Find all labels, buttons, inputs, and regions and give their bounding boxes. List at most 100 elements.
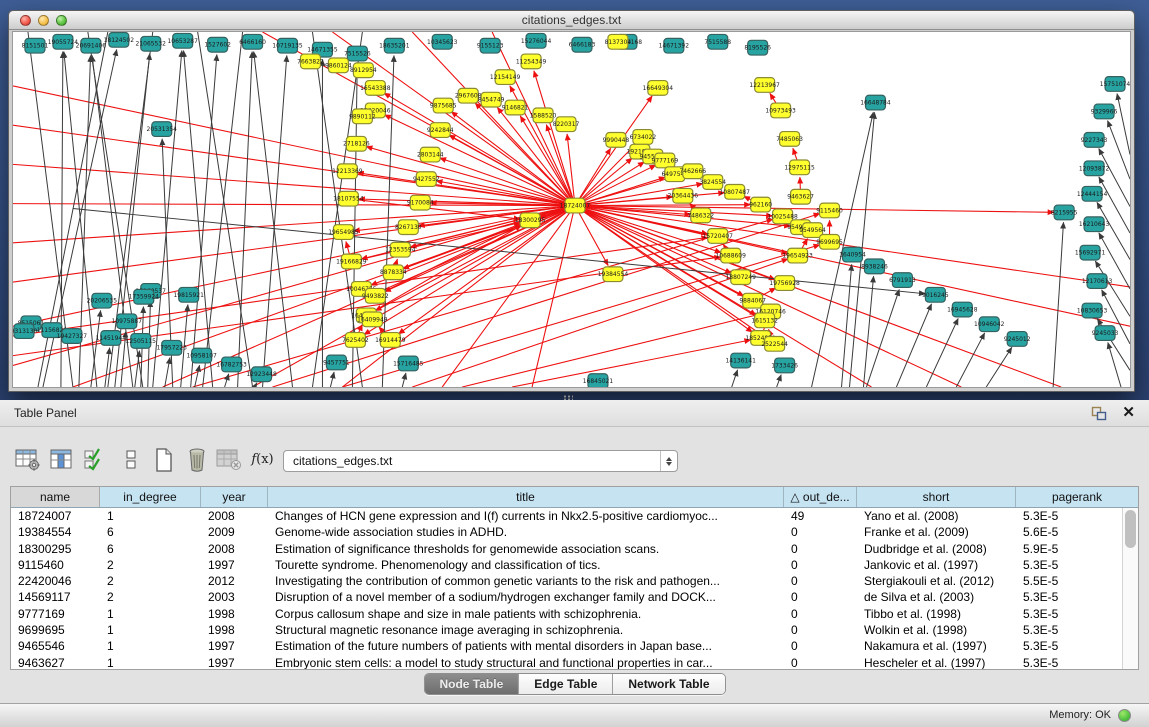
graph-node-label: 18124502 xyxy=(104,37,135,44)
select-rows-icon[interactable] xyxy=(80,446,107,473)
column-header[interactable]: year xyxy=(201,487,268,507)
vertical-scrollbar[interactable] xyxy=(1122,508,1138,669)
graph-edge[interactable] xyxy=(254,52,293,387)
column-header[interactable]: pagerank xyxy=(1016,487,1138,507)
graph-edge[interactable] xyxy=(512,340,751,387)
graph-node-label: 7625402 xyxy=(342,337,369,344)
graph-node-label: 9457751 xyxy=(323,359,350,366)
import-table-icon xyxy=(215,446,242,473)
zoom-window-icon[interactable] xyxy=(56,15,67,26)
graph-node-label: 9427552 xyxy=(413,176,440,183)
table-panel-header: Table Panel ✕ xyxy=(0,400,1149,427)
table-row[interactable]: 1872400712008Changes of HCN gene express… xyxy=(11,508,1122,524)
table-row[interactable]: 911546021997Tourette syndrome. Phenomeno… xyxy=(11,557,1122,573)
graph-edge[interactable] xyxy=(777,375,782,387)
graph-edge[interactable] xyxy=(575,206,1130,287)
graph-edge[interactable] xyxy=(732,370,738,387)
network-window[interactable]: citations_edges.txt 18724007815150119055… xyxy=(8,10,1135,392)
citation-graph[interactable]: 1872400781515011905572420691406181245022… xyxy=(13,32,1130,387)
close-window-icon[interactable] xyxy=(20,15,31,26)
graph-edge[interactable] xyxy=(926,318,958,387)
graph-edge[interactable] xyxy=(1053,222,1063,387)
tab-network-table[interactable]: Network Table xyxy=(613,674,724,694)
graph-node-label: 10807487 xyxy=(719,189,750,196)
window-titlebar[interactable]: citations_edges.txt xyxy=(9,11,1134,30)
function-builder-icon[interactable]: f(x) xyxy=(249,446,276,473)
table-cell: Corpus callosum shape and size in male p… xyxy=(268,606,784,622)
table-cell: 5.3E-5 xyxy=(1016,655,1106,670)
graph-node-label: 962160 xyxy=(749,202,772,209)
column-header[interactable]: △ out_de... xyxy=(784,487,857,507)
table-cell: 2 xyxy=(100,557,201,573)
table-selector-combo[interactable]: citations_edges.txt xyxy=(283,450,678,472)
graph-node-label: 19055724 xyxy=(48,39,79,46)
graph-edge[interactable] xyxy=(135,351,140,387)
table-cell: 1 xyxy=(100,606,201,622)
graph-edge[interactable] xyxy=(896,304,931,387)
graph-edge[interactable] xyxy=(1108,342,1121,387)
graph-edge[interactable] xyxy=(440,158,575,206)
graph-node-label: 2803144 xyxy=(417,152,444,159)
graph-node-label: 15692971 xyxy=(1075,250,1106,257)
table-row[interactable]: 946362711997Embryonic stem cells: a mode… xyxy=(11,655,1122,670)
table-row[interactable]: 977716911998Corpus callosum shape and si… xyxy=(11,606,1122,622)
graph-edge[interactable] xyxy=(193,219,773,387)
graph-node-label: 9115460 xyxy=(816,207,843,214)
graph-edge[interactable] xyxy=(203,32,243,387)
graph-edge[interactable] xyxy=(842,264,852,387)
table-cell: 0 xyxy=(784,606,857,622)
tab-edge-table[interactable]: Edge Table xyxy=(519,674,613,694)
graph-edge[interactable] xyxy=(165,357,170,387)
table-cell: 5.9E-5 xyxy=(1016,541,1106,557)
create-table-icon[interactable] xyxy=(150,446,177,473)
graph-node-label: 8195526 xyxy=(744,45,771,52)
table-tabs-bar: Node Table Edge Table Network Table xyxy=(0,672,1149,698)
graph-edge[interactable] xyxy=(575,206,961,387)
graph-edge[interactable] xyxy=(575,162,644,206)
graph-node-label: 12213967 xyxy=(749,82,780,89)
graph-node-label: 16845021 xyxy=(583,378,614,385)
table-row[interactable]: 2242004622012Investigating the contribut… xyxy=(11,573,1122,589)
column-header[interactable]: title xyxy=(268,487,784,507)
graph-node-label: 18807249 xyxy=(725,274,756,281)
table-row[interactable]: 969969511998Structural magnetic resonanc… xyxy=(11,622,1122,638)
close-panel-icon[interactable]: ✕ xyxy=(1122,403,1135,423)
tab-node-table[interactable]: Node Table xyxy=(424,674,519,694)
table-cell: 5.6E-5 xyxy=(1016,524,1106,540)
combo-stepper-icon[interactable] xyxy=(660,451,677,471)
table-cell: 0 xyxy=(784,573,857,589)
select-columns-icon[interactable] xyxy=(48,446,75,473)
graph-edge[interactable] xyxy=(13,164,575,205)
table-row[interactable]: 1938455462009Genome-wide association stu… xyxy=(11,524,1122,540)
graph-edge[interactable] xyxy=(225,374,229,387)
graph-edge[interactable] xyxy=(195,365,200,387)
graph-edge[interactable] xyxy=(462,314,761,387)
table-row[interactable]: 946554611997Estimation of the future num… xyxy=(11,638,1122,654)
graph-node-label: 12923448 xyxy=(246,371,277,378)
column-header[interactable]: in_degree xyxy=(100,487,201,507)
graph-edge[interactable] xyxy=(1099,149,1130,207)
graph-edge[interactable] xyxy=(402,373,406,387)
graph-node-label: 18107554 xyxy=(333,196,364,203)
row-height-icon[interactable] xyxy=(117,446,144,473)
table-settings-icon[interactable] xyxy=(14,446,41,473)
graph-node-label: 9242844 xyxy=(427,127,454,134)
column-header[interactable]: name xyxy=(11,487,100,507)
graph-node-label: 12353594 xyxy=(385,247,416,254)
column-header[interactable]: short xyxy=(857,487,1016,507)
graph-node-label: 6466160 xyxy=(239,39,266,46)
graph-edge[interactable] xyxy=(1117,94,1130,155)
graph-edge[interactable] xyxy=(198,32,253,387)
minimize-window-icon[interactable] xyxy=(38,15,49,26)
graph-edge[interactable] xyxy=(410,206,575,248)
network-canvas[interactable]: 1872400781515011905572420691406181245022… xyxy=(12,31,1131,388)
table-selector-value: citations_edges.txt xyxy=(293,451,392,471)
delete-table-icon[interactable] xyxy=(183,446,210,473)
scrollbar-thumb[interactable] xyxy=(1125,510,1136,548)
table-row[interactable]: 1456911722003Disruption of a novel membe… xyxy=(11,589,1122,605)
float-panel-icon[interactable] xyxy=(1091,406,1107,421)
graph-edge[interactable] xyxy=(330,372,334,387)
graph-edge[interactable] xyxy=(956,333,984,387)
table-cell: Embryonic stem cells: a model to study s… xyxy=(268,655,784,670)
table-row[interactable]: 1830029562008Estimation of significance … xyxy=(11,541,1122,557)
